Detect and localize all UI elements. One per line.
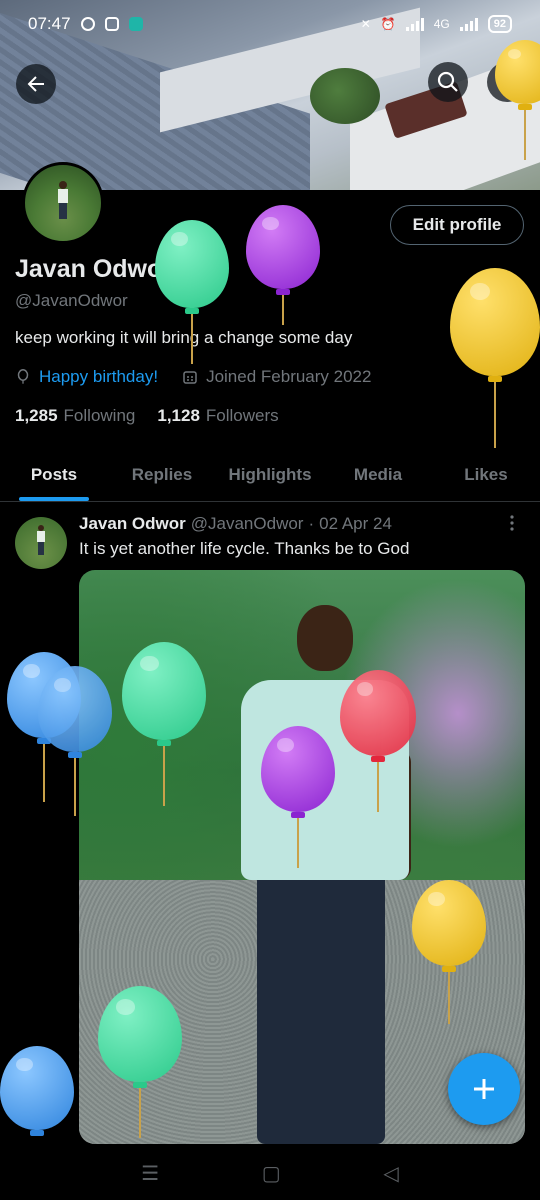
compose-button[interactable] [448, 1053, 520, 1125]
post-date[interactable]: 02 Apr 24 [319, 514, 392, 534]
post-more-button[interactable] [503, 514, 521, 537]
followers-count: 1,128 [157, 406, 200, 425]
balloon-icon [17, 369, 29, 384]
home-icon[interactable]: ▢ [262, 1161, 281, 1186]
signal-icon-2 [459, 17, 478, 31]
following-label: Following [63, 406, 136, 425]
edit-profile-button[interactable]: Edit profile [390, 205, 524, 245]
follow-stats: 1,285 Following 1,128 Followers [15, 406, 279, 426]
more-vertical-icon [510, 515, 514, 531]
balloon-blue-3 [0, 1046, 74, 1136]
balloon-blue-2 [38, 666, 112, 816]
balloon-purple-2 [261, 726, 335, 868]
post-avatar-figure [37, 525, 45, 555]
post-avatar[interactable] [15, 517, 67, 569]
tab-replies[interactable]: Replies [108, 448, 216, 501]
post-author-name[interactable]: Javan Odwor [79, 514, 186, 534]
followers-link[interactable]: 1,128 Followers [157, 406, 278, 426]
followers-label: Followers [205, 406, 279, 425]
image-person-head [297, 605, 353, 671]
profile-name: Javan Odwor [15, 255, 172, 283]
profile-handle: @JavanOdwor [15, 291, 128, 310]
balloon-purple [246, 205, 320, 325]
image-person-legs [257, 870, 385, 1144]
mute-icon: ✕ [360, 17, 371, 31]
balloon-red [340, 670, 416, 812]
plus-icon [474, 1079, 494, 1099]
post-dot: · [308, 514, 315, 533]
tab-likes[interactable]: Likes [432, 448, 540, 501]
profile-tabs: Posts Replies Highlights Media Likes [0, 448, 540, 502]
balloon-green [155, 220, 229, 364]
profile-avatar[interactable] [22, 162, 104, 244]
arrow-left-icon [27, 76, 44, 92]
post-author-handle[interactable]: @JavanOdwor [191, 514, 304, 534]
tab-highlights[interactable]: Highlights [216, 448, 324, 501]
balloon-yellow-top [495, 40, 540, 160]
status-time: 07:47 [28, 14, 71, 33]
instagram-icon [104, 17, 119, 31]
balloon-green-3 [98, 986, 182, 1138]
tab-posts[interactable]: Posts [0, 448, 108, 501]
status-bar: 07:47 ✕ ⏰ 4G 92 [0, 0, 540, 48]
joined-date: Joined February 2022 [206, 367, 372, 386]
following-link[interactable]: 1,285 Following [15, 406, 135, 426]
birthday-link[interactable]: Happy birthday! [39, 367, 158, 387]
whatsapp-icon [80, 17, 95, 31]
balloon-green-2 [122, 642, 206, 806]
search-button[interactable] [428, 62, 468, 102]
search-icon [437, 71, 458, 92]
profile-meta: Happy birthday! Joined February 2022 [15, 367, 371, 387]
alarm-icon: ⏰ [380, 17, 396, 31]
post-text: It is yet another life cycle. Thanks be … [79, 539, 410, 558]
back-button[interactable] [16, 64, 56, 104]
banner-tree [310, 68, 380, 124]
avatar-figure [58, 181, 68, 219]
recents-icon[interactable]: ☰ [141, 1161, 159, 1186]
balloon-yellow-2 [412, 880, 486, 1024]
battery-icon: 92 [487, 15, 512, 33]
back-nav-icon[interactable]: ◁ [383, 1161, 398, 1186]
network-type: 4G [433, 17, 450, 31]
chat-app-icon [128, 17, 143, 31]
tab-media[interactable]: Media [324, 448, 432, 501]
signal-icon [405, 17, 424, 31]
android-nav-bar: ☰ ▢ ◁ [0, 1146, 540, 1200]
balloon-yellow [450, 268, 540, 448]
post-header: Javan Odwor @JavanOdwor · 02 Apr 24 [79, 514, 392, 534]
following-count: 1,285 [15, 406, 58, 425]
calendar-icon [183, 371, 197, 384]
